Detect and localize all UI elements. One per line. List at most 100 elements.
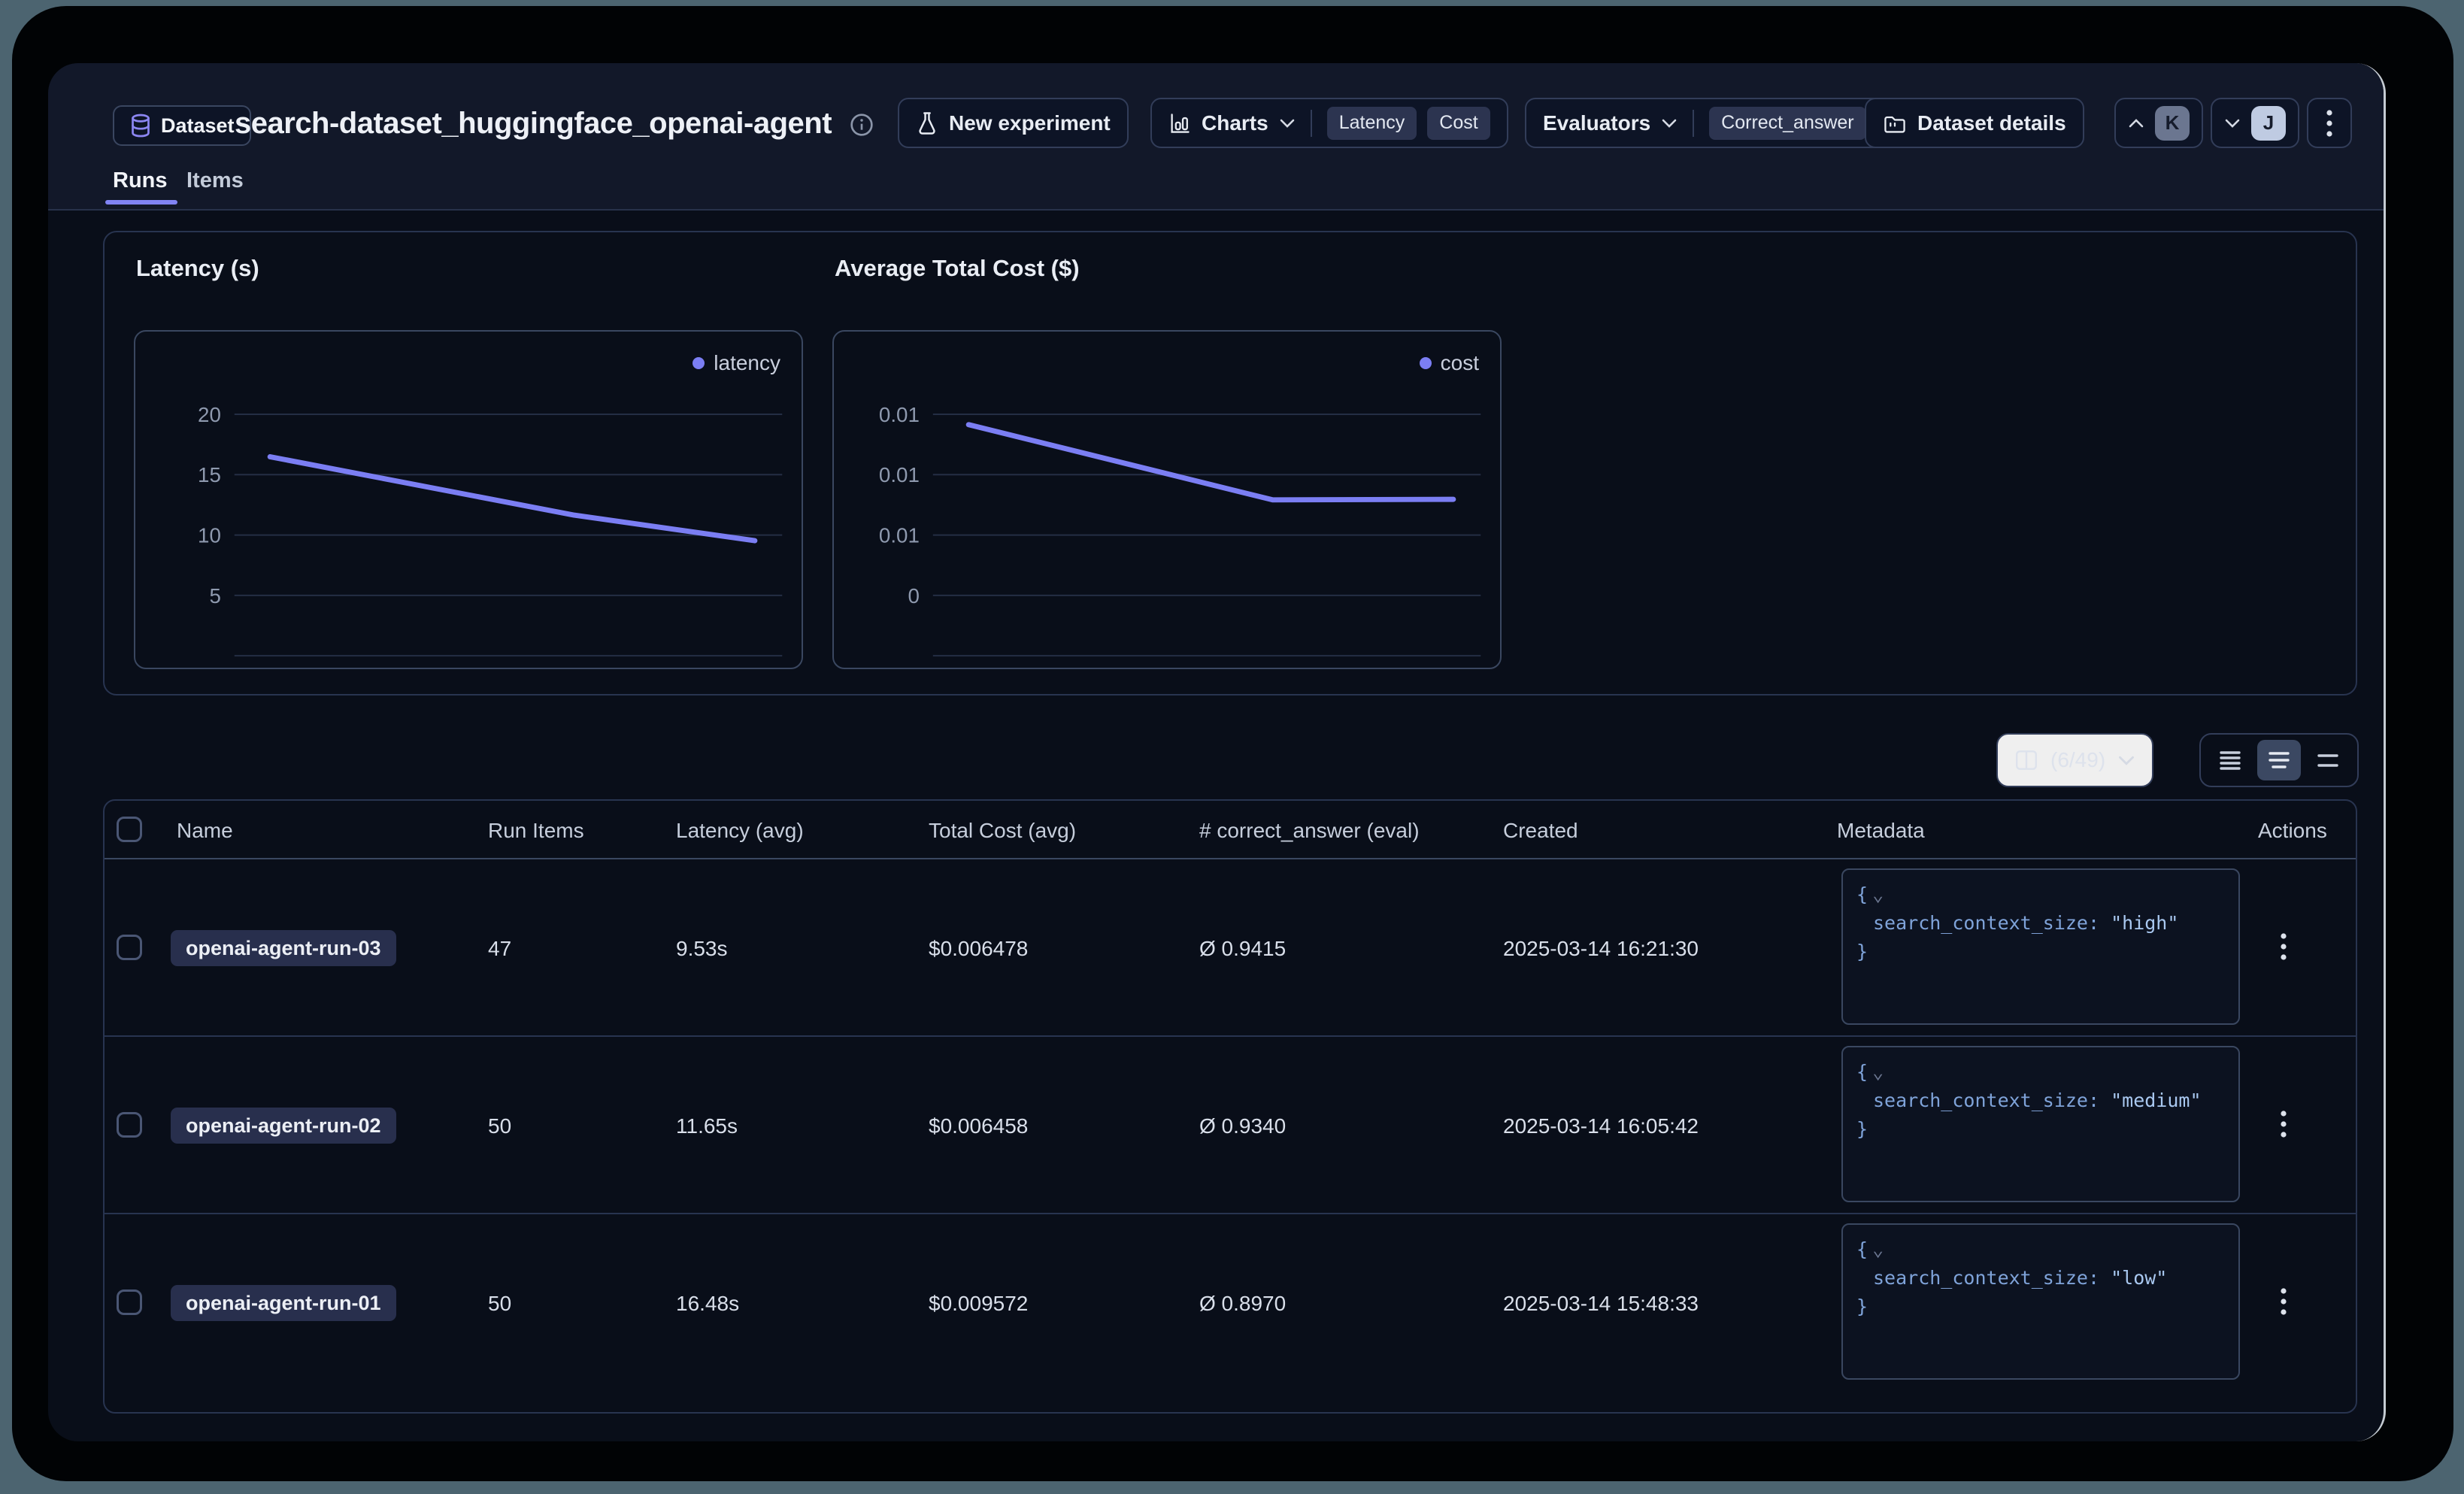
latency-avg-value: 16.48s: [676, 1292, 739, 1316]
collapse-chevron-icon[interactable]: ⌄: [1872, 883, 1884, 905]
flask-icon: [916, 111, 938, 135]
metadata-key: search_context_size: [1873, 912, 2088, 934]
header-kebab-menu-button[interactable]: [2307, 98, 2352, 148]
metadata-value: "low": [2111, 1267, 2167, 1289]
select-all-checkbox[interactable]: [117, 817, 142, 842]
run-items-value: 50: [488, 1292, 511, 1316]
row-height-toggle: [2199, 733, 2359, 787]
table-body: openai-agent-run-03 47 9.53s $0.006478 Ø…: [105, 859, 2356, 1390]
total-cost-avg-value: $0.006458: [929, 1114, 1028, 1138]
row-checkbox[interactable]: [117, 935, 142, 960]
dataset-badge-label: Dataset: [161, 114, 235, 138]
table-row: openai-agent-run-01 50 16.48s $0.009572 …: [105, 1214, 2356, 1390]
cost-chart-block: Average Total Cost ($) 0.010.010.010 cos…: [832, 232, 1502, 697]
row-height-compact-button[interactable]: [2208, 740, 2252, 780]
avatar-k: K: [2155, 106, 2190, 141]
json-open-brace: {: [1856, 1238, 1868, 1260]
metadata-key: search_context_size: [1873, 1089, 2088, 1111]
collapse-chevron-icon[interactable]: ⌄: [1872, 1238, 1884, 1260]
svg-text:15: 15: [198, 463, 221, 486]
latency-chart-block: Latency (s) 2015105 latency: [134, 232, 803, 697]
svg-text:5: 5: [210, 584, 221, 608]
run-items-value: 50: [488, 1114, 511, 1138]
col-actions: Actions: [2258, 819, 2327, 843]
total-cost-avg-value: $0.009572: [929, 1292, 1028, 1316]
row-checkbox[interactable]: [117, 1112, 142, 1138]
peek-up-button[interactable]: K: [2114, 98, 2203, 148]
svg-text:0.01: 0.01: [879, 403, 920, 426]
latency-chart: 20 15 10 5: [135, 332, 802, 668]
cost-chart-legend: cost: [1420, 351, 1479, 375]
json-close-brace: }: [1856, 941, 1868, 962]
total-cost-avg-value: $0.006478: [929, 937, 1028, 961]
chevron-down-icon: [2117, 755, 2135, 766]
dataset-badge: Dataset: [113, 105, 251, 146]
evaluators-button[interactable]: Evaluators Correct_answer: [1525, 98, 1884, 148]
json-open-brace: {: [1856, 883, 1868, 905]
tab-runs[interactable]: Runs: [113, 168, 168, 193]
row-height-tall-button[interactable]: [2306, 740, 2350, 780]
new-experiment-button[interactable]: New experiment: [898, 98, 1129, 148]
row-actions-button[interactable]: [2267, 1101, 2300, 1149]
row-actions-button[interactable]: [2267, 923, 2300, 971]
collapse-chevron-icon[interactable]: ⌄: [1872, 1061, 1884, 1083]
charts-button[interactable]: Charts Latency Cost: [1150, 98, 1508, 148]
dataset-details-button[interactable]: Dataset details: [1865, 98, 2084, 148]
metadata-value: "high": [2111, 912, 2178, 934]
run-items-value: 47: [488, 937, 511, 961]
latency-avg-value: 9.53s: [676, 937, 728, 961]
metadata-json-box[interactable]: {⌄ search_context_size: "medium" }: [1841, 1046, 2240, 1202]
eval-score-value: Ø 0.9415: [1199, 937, 1286, 961]
chevron-down-icon: [2224, 118, 2241, 129]
dataset-details-label: Dataset details: [1917, 111, 2066, 135]
run-name-pill[interactable]: openai-agent-run-01: [171, 1285, 396, 1321]
svg-text:10: 10: [198, 523, 221, 547]
svg-text:0.01: 0.01: [879, 523, 920, 547]
chart-chip-cost[interactable]: Cost: [1427, 107, 1490, 140]
col-metadata: Metadata: [1837, 819, 1925, 843]
info-icon[interactable]: [850, 113, 874, 141]
divider: [1693, 110, 1694, 137]
legend-label: cost: [1441, 351, 1479, 375]
latency-chart-card: 20 15 10 5 latency: [134, 330, 803, 669]
columns-icon: [2014, 749, 2038, 771]
table-row: openai-agent-run-02 50 11.65s $0.006458 …: [105, 1037, 2356, 1214]
header: Dataset search-dataset_huggingface_opena…: [48, 63, 2384, 211]
cost-chart: 0.010.010.010: [834, 332, 1500, 668]
svg-text:20: 20: [198, 403, 221, 426]
legend-dot: [693, 357, 705, 369]
column-visibility-button[interactable]: (6/49): [1996, 733, 2153, 787]
database-icon: [129, 114, 152, 138]
metadata-json-box[interactable]: {⌄ search_context_size: "low" }: [1841, 1223, 2240, 1380]
page-title: search-dataset_huggingface_openai-agent: [235, 107, 832, 141]
evaluators-label: Evaluators: [1543, 111, 1650, 135]
chevron-down-icon: [1661, 118, 1678, 129]
chevron-down-icon: [1279, 118, 1296, 129]
row-actions-button[interactable]: [2267, 1278, 2300, 1326]
cost-chart-title: Average Total Cost ($): [835, 255, 1080, 282]
folder-icon: [1883, 112, 1907, 135]
chart-chip-latency[interactable]: Latency: [1327, 107, 1417, 140]
header-divider: [48, 209, 2384, 211]
eval-score-value: Ø 0.9340: [1199, 1114, 1286, 1138]
metadata-key: search_context_size: [1873, 1267, 2088, 1289]
table-row: openai-agent-run-03 47 9.53s $0.006478 Ø…: [105, 859, 2356, 1037]
json-open-brace: {: [1856, 1061, 1868, 1083]
charts-section: Latency (s) 2015105 latency Average Tota…: [103, 231, 2357, 695]
evaluator-chip-correct-answer[interactable]: Correct_answer: [1709, 107, 1865, 140]
metadata-json-box[interactable]: {⌄ search_context_size: "high" }: [1841, 868, 2240, 1025]
run-name-pill[interactable]: openai-agent-run-02: [171, 1108, 396, 1144]
row-height-medium-button[interactable]: [2257, 740, 2301, 780]
col-total-cost: Total Cost (avg): [929, 819, 1076, 843]
tab-items[interactable]: Items: [186, 168, 244, 193]
run-name-pill[interactable]: openai-agent-run-03: [171, 930, 396, 966]
peek-down-button[interactable]: J: [2211, 98, 2299, 148]
charts-label: Charts: [1202, 111, 1268, 135]
bar-chart-icon: [1168, 112, 1191, 135]
legend-label: latency: [714, 351, 780, 375]
latency-avg-value: 11.65s: [676, 1114, 738, 1138]
column-count-label: (6/49): [2050, 748, 2105, 772]
created-value: 2025-03-14 16:05:42: [1503, 1114, 1699, 1138]
row-checkbox[interactable]: [117, 1289, 142, 1315]
latency-chart-legend: latency: [693, 351, 780, 375]
